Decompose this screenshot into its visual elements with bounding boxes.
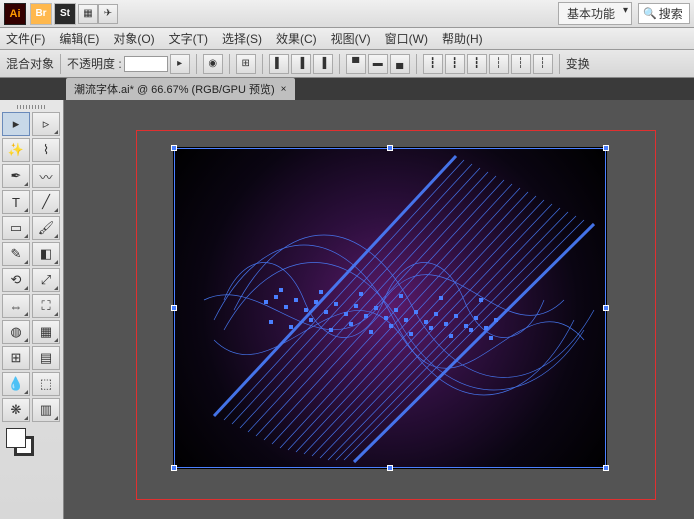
blend-tool[interactable]: ⬚ xyxy=(32,372,60,396)
opacity-label: 不透明度 : xyxy=(67,55,122,72)
main-area: ▸ ▹ ✨ ⌇ ✒ 〰 T ╱ ▭ 🖌 ✎ ◧ ⟲ ⤢ ⇔ ⛶ xyxy=(0,100,694,519)
curvature-tool[interactable]: 〰 xyxy=(32,164,60,188)
distribute-2-icon[interactable]: ┇ xyxy=(445,54,465,74)
menu-view[interactable]: 视图(V) xyxy=(331,30,371,47)
line-tool[interactable]: ╱ xyxy=(32,190,60,214)
align-top-icon[interactable]: ▀ xyxy=(346,54,366,74)
align-horizontal-group: ▌ ▐ ▐ xyxy=(269,54,333,74)
search-placeholder: 搜索 xyxy=(659,5,683,22)
align-hcenter-icon[interactable]: ▐ xyxy=(291,54,311,74)
menu-effect[interactable]: 效果(C) xyxy=(276,30,317,47)
separator xyxy=(339,54,340,74)
align-vertical-group: ▀ ▬ ▄ xyxy=(346,54,410,74)
distribute-1-icon[interactable]: ┇ xyxy=(423,54,443,74)
close-icon[interactable]: × xyxy=(281,84,287,95)
fill-stroke-swatch[interactable] xyxy=(6,428,34,456)
width-tool[interactable]: ⇔ xyxy=(2,294,30,318)
search-icon: 🔍 xyxy=(643,7,657,20)
style-icon[interactable]: ◉ xyxy=(203,54,223,74)
separator xyxy=(196,54,197,74)
handle-bl[interactable] xyxy=(171,465,177,471)
symbol-sprayer-tool[interactable]: ❋ xyxy=(2,398,30,422)
stock-icon[interactable]: St xyxy=(54,3,76,25)
menu-window[interactable]: 窗口(W) xyxy=(385,30,428,47)
paintbrush-tool[interactable]: 🖌 xyxy=(32,216,60,240)
align-right-icon[interactable]: ▐ xyxy=(313,54,333,74)
selection-tool[interactable]: ▸ xyxy=(2,112,30,136)
pen-tool[interactable]: ✒ xyxy=(2,164,30,188)
ai-logo: Ai xyxy=(4,3,26,25)
eraser-tool[interactable]: ◧ xyxy=(32,242,60,266)
handle-bm[interactable] xyxy=(387,465,393,471)
eyedropper-tool[interactable]: 💧 xyxy=(2,372,30,396)
selection-type-label: 混合对象 xyxy=(6,55,54,72)
scale-tool[interactable]: ⤢ xyxy=(32,268,60,292)
fill-swatch[interactable] xyxy=(6,428,26,448)
opacity-field[interactable] xyxy=(124,56,168,72)
workspace-dropdown[interactable]: 基本功能 xyxy=(558,2,632,25)
menu-object[interactable]: 对象(O) xyxy=(113,30,154,47)
document-tab-bar: 潮流字体.ai* @ 66.67% (RGB/GPU 预览) × xyxy=(0,78,694,100)
opacity-dropdown-icon[interactable]: ▸ xyxy=(170,54,190,74)
handle-mr[interactable] xyxy=(603,305,609,311)
separator xyxy=(60,54,61,74)
align-bottom-icon[interactable]: ▄ xyxy=(390,54,410,74)
transform-label[interactable]: 变换 xyxy=(566,55,590,72)
separator xyxy=(229,54,230,74)
separator xyxy=(416,54,417,74)
document-tab[interactable]: 潮流字体.ai* @ 66.67% (RGB/GPU 预览) × xyxy=(66,78,295,100)
shaper-tool[interactable]: ✎ xyxy=(2,242,30,266)
menu-select[interactable]: 选择(S) xyxy=(222,30,262,47)
distribute-5-icon[interactable]: ┆ xyxy=(511,54,531,74)
menu-help[interactable]: 帮助(H) xyxy=(442,30,483,47)
handle-tl[interactable] xyxy=(171,145,177,151)
distribute-6-icon[interactable]: ┆ xyxy=(533,54,553,74)
distribute-4-icon[interactable]: ┆ xyxy=(489,54,509,74)
bridge-icon[interactable]: Br xyxy=(30,3,52,25)
align-left-icon[interactable]: ▌ xyxy=(269,54,289,74)
handle-br[interactable] xyxy=(603,465,609,471)
mesh-tool[interactable]: ⊞ xyxy=(2,346,30,370)
handle-tm[interactable] xyxy=(387,145,393,151)
shape-builder-tool[interactable]: ◍ xyxy=(2,320,30,344)
handle-ml[interactable] xyxy=(171,305,177,311)
separator xyxy=(262,54,263,74)
menu-type[interactable]: 文字(T) xyxy=(169,30,208,47)
separator xyxy=(559,54,560,74)
menu-bar: 文件(F) 编辑(E) 对象(O) 文字(T) 选择(S) 效果(C) 视图(V… xyxy=(0,28,694,50)
distribute-3-icon[interactable]: ┇ xyxy=(467,54,487,74)
control-bar: 混合对象 不透明度 : ▸ ◉ ⊞ ▌ ▐ ▐ ▀ ▬ ▄ ┇ ┇ ┇ ┆ ┆ … xyxy=(0,50,694,78)
handle-tr[interactable] xyxy=(603,145,609,151)
free-transform-tool[interactable]: ⛶ xyxy=(32,294,60,318)
toolbox: ▸ ▹ ✨ ⌇ ✒ 〰 T ╱ ▭ 🖌 ✎ ◧ ⟲ ⤢ ⇔ ⛶ xyxy=(0,100,64,519)
canvas-viewport[interactable] xyxy=(64,100,694,519)
type-tool[interactable]: T xyxy=(2,190,30,214)
opacity-control: 不透明度 : ▸ xyxy=(67,54,190,74)
menu-file[interactable]: 文件(F) xyxy=(6,30,45,47)
app-bar: Ai Br St ▦ ✈ 基本功能 🔍 搜索 xyxy=(0,0,694,28)
magic-wand-tool[interactable]: ✨ xyxy=(2,138,30,162)
workspace-label: 基本功能 xyxy=(567,7,615,21)
align-pixel-icon[interactable]: ⊞ xyxy=(236,54,256,74)
rectangle-tool[interactable]: ▭ xyxy=(2,216,30,240)
lasso-tool[interactable]: ⌇ xyxy=(32,138,60,162)
gradient-tool[interactable]: ▤ xyxy=(32,346,60,370)
selection-box[interactable] xyxy=(174,148,606,468)
arrange-documents-icon[interactable]: ▦ xyxy=(78,4,98,24)
document-tab-title: 潮流字体.ai* @ 66.67% (RGB/GPU 预览) xyxy=(74,81,275,97)
perspective-tool[interactable]: ▦ xyxy=(32,320,60,344)
menu-edit[interactable]: 编辑(E) xyxy=(59,30,99,47)
gpu-icon[interactable]: ✈ xyxy=(98,4,118,24)
direct-selection-tool[interactable]: ▹ xyxy=(32,112,60,136)
rotate-tool[interactable]: ⟲ xyxy=(2,268,30,292)
search-input[interactable]: 🔍 搜索 xyxy=(638,3,690,24)
align-vcenter-icon[interactable]: ▬ xyxy=(368,54,388,74)
toolbox-handle[interactable] xyxy=(2,102,61,112)
graph-tool[interactable]: ▥ xyxy=(32,398,60,422)
distribute-group: ┇ ┇ ┇ ┆ ┆ ┆ xyxy=(423,54,553,74)
